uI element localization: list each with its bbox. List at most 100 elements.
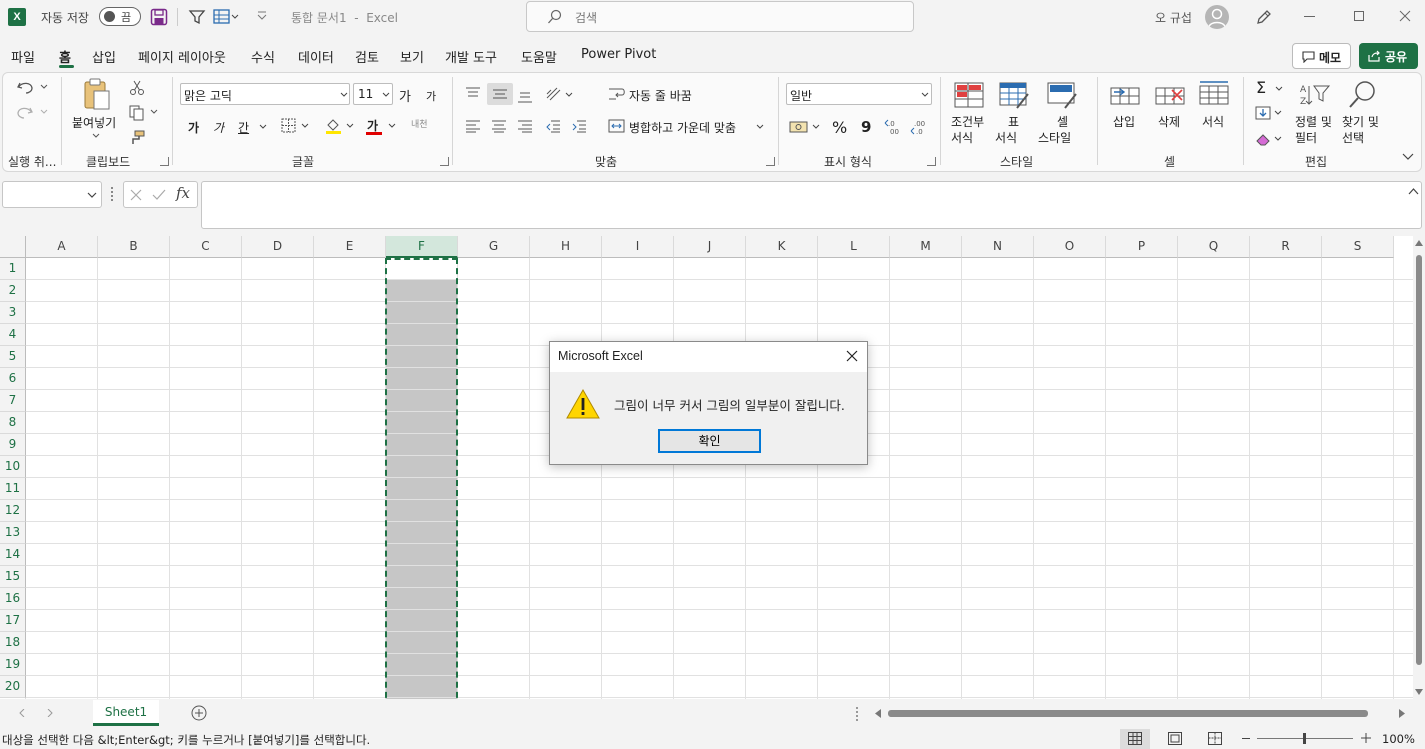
undo-icon[interactable] <box>16 80 50 94</box>
decrease-decimal-icon[interactable]: .00.0 <box>910 118 930 136</box>
cut-icon[interactable] <box>129 80 145 96</box>
underline-button[interactable]: 간 <box>238 119 249 136</box>
column-header-B[interactable]: B <box>98 236 170 258</box>
row-header-5[interactable]: 5 <box>0 346 26 368</box>
row-header-18[interactable]: 18 <box>0 632 26 654</box>
borders-icon[interactable] <box>281 118 313 134</box>
menu-tab-1[interactable]: 홈 <box>59 47 71 66</box>
column-header-E[interactable]: E <box>314 236 386 258</box>
row-header-15[interactable]: 15 <box>0 566 26 588</box>
font-grow-button[interactable]: 가 <box>399 86 411 105</box>
maximize-icon[interactable] <box>1354 11 1364 21</box>
menu-tab-4[interactable]: 수식 <box>251 47 275 66</box>
column-header-S[interactable]: S <box>1322 236 1394 258</box>
row-header-6[interactable]: 6 <box>0 368 26 390</box>
customize-qat-icon[interactable] <box>256 11 268 21</box>
menu-tab-2[interactable]: 삽입 <box>92 47 116 66</box>
row-header-14[interactable]: 14 <box>0 544 26 566</box>
chevron-down-icon[interactable] <box>259 124 267 130</box>
menu-tab-10[interactable]: Power Pivot <box>581 47 656 62</box>
orientation-icon[interactable] <box>545 86 575 102</box>
row-header-11[interactable]: 11 <box>0 478 26 500</box>
row-header-4[interactable]: 4 <box>0 324 26 346</box>
menu-tab-5[interactable]: 데이터 <box>298 47 334 66</box>
row-header-12[interactable]: 12 <box>0 500 26 522</box>
increase-decimal-icon[interactable]: .0 00 <box>884 118 904 136</box>
prev-sheet-icon[interactable] <box>19 709 25 717</box>
redo-icon[interactable] <box>16 105 50 119</box>
form-icon[interactable] <box>213 8 239 26</box>
page-break-view-icon[interactable] <box>1208 732 1222 745</box>
name-box[interactable] <box>2 181 102 208</box>
format-cells-button[interactable]: 서식 <box>1197 80 1233 144</box>
increase-indent-icon[interactable] <box>571 119 587 133</box>
row-header-8[interactable]: 8 <box>0 412 26 434</box>
minimize-icon[interactable] <box>1304 16 1315 17</box>
merge-center-button[interactable]: 병합하고 가운데 맞춤 <box>608 116 768 138</box>
row-header-13[interactable]: 13 <box>0 522 26 544</box>
horizontal-scrollbar[interactable] <box>873 705 1413 723</box>
vertical-scrollbar[interactable] <box>1413 236 1425 699</box>
accounting-format-icon[interactable] <box>789 119 823 135</box>
menu-tab-0[interactable]: 파일 <box>11 47 35 66</box>
memo-button[interactable]: 메모 <box>1292 43 1351 69</box>
column-header-L[interactable]: L <box>818 236 890 258</box>
menu-tab-7[interactable]: 보기 <box>400 47 424 66</box>
page-layout-view-icon[interactable] <box>1168 732 1182 745</box>
formula-input[interactable] <box>201 181 1422 229</box>
font-launcher-icon[interactable] <box>440 157 449 166</box>
column-header-C[interactable]: C <box>170 236 242 258</box>
row-header-20[interactable]: 20 <box>0 676 26 698</box>
align-bottom-icon[interactable] <box>517 90 533 104</box>
row-header-17[interactable]: 17 <box>0 610 26 632</box>
zoom-out-icon[interactable] <box>1242 738 1250 739</box>
row-header-7[interactable]: 7 <box>0 390 26 412</box>
dialog-close-icon[interactable] <box>846 350 858 362</box>
format-painter-icon[interactable] <box>129 130 145 146</box>
save-icon[interactable] <box>150 8 168 26</box>
autosum-button[interactable]: Σ <box>1256 78 1266 97</box>
formula-bar-grip-icon[interactable] <box>111 187 113 201</box>
pen-icon[interactable] <box>1255 8 1273 26</box>
column-header-Q[interactable]: Q <box>1178 236 1250 258</box>
font-color-button[interactable]: 가 <box>365 115 399 137</box>
column-header-P[interactable]: P <box>1106 236 1178 258</box>
column-header-K[interactable]: K <box>746 236 818 258</box>
font-size-dropdown[interactable]: 11 <box>353 83 393 105</box>
align-top-icon[interactable] <box>465 86 481 100</box>
decrease-indent-icon[interactable] <box>545 119 561 133</box>
filter-icon[interactable] <box>188 8 206 26</box>
zoom-slider[interactable] <box>1257 733 1353 744</box>
find-select-button[interactable]: 찾기 및 선택 <box>1340 80 1386 145</box>
avatar[interactable] <box>1205 5 1229 29</box>
column-header-H[interactable]: H <box>530 236 602 258</box>
column-header-G[interactable]: G <box>458 236 530 258</box>
column-header-J[interactable]: J <box>674 236 746 258</box>
chevron-down-icon[interactable] <box>1275 86 1283 92</box>
font-name-dropdown[interactable]: 맑은 고딕 <box>180 83 350 105</box>
column-header-N[interactable]: N <box>962 236 1034 258</box>
percent-button[interactable]: % <box>832 118 847 137</box>
cell-styles-button[interactable]: 셀 스타일 <box>1038 80 1088 145</box>
zoom-in-icon[interactable] <box>1361 733 1371 743</box>
clipboard-launcher-icon[interactable] <box>160 157 169 166</box>
column-header-R[interactable]: R <box>1250 236 1322 258</box>
menu-tab-3[interactable]: 페이지 레이아웃 <box>138 47 226 66</box>
next-sheet-icon[interactable] <box>47 709 53 717</box>
align-left-icon[interactable] <box>465 119 481 133</box>
paste-button[interactable]: 붙여넣기 <box>70 78 122 144</box>
column-header-A[interactable]: A <box>26 236 98 258</box>
wrap-text-button[interactable]: 자동 줄 바꿈 <box>608 84 728 106</box>
fill-icon[interactable] <box>1255 105 1287 121</box>
column-header-F[interactable]: F <box>386 236 458 258</box>
row-header-19[interactable]: 19 <box>0 654 26 676</box>
menu-tab-9[interactable]: 도움말 <box>521 47 557 66</box>
sheet-tab-sheet1[interactable]: Sheet1 <box>93 700 159 726</box>
tab-split-grip-icon[interactable] <box>856 707 858 721</box>
search-box[interactable]: 검색 <box>526 1 914 32</box>
align-right-icon[interactable] <box>517 119 533 133</box>
alignment-launcher-icon[interactable] <box>766 157 775 166</box>
insert-cells-button[interactable]: 삽입 <box>1108 80 1144 144</box>
select-all-corner[interactable] <box>0 236 26 258</box>
bold-button[interactable]: 가 <box>188 119 199 136</box>
